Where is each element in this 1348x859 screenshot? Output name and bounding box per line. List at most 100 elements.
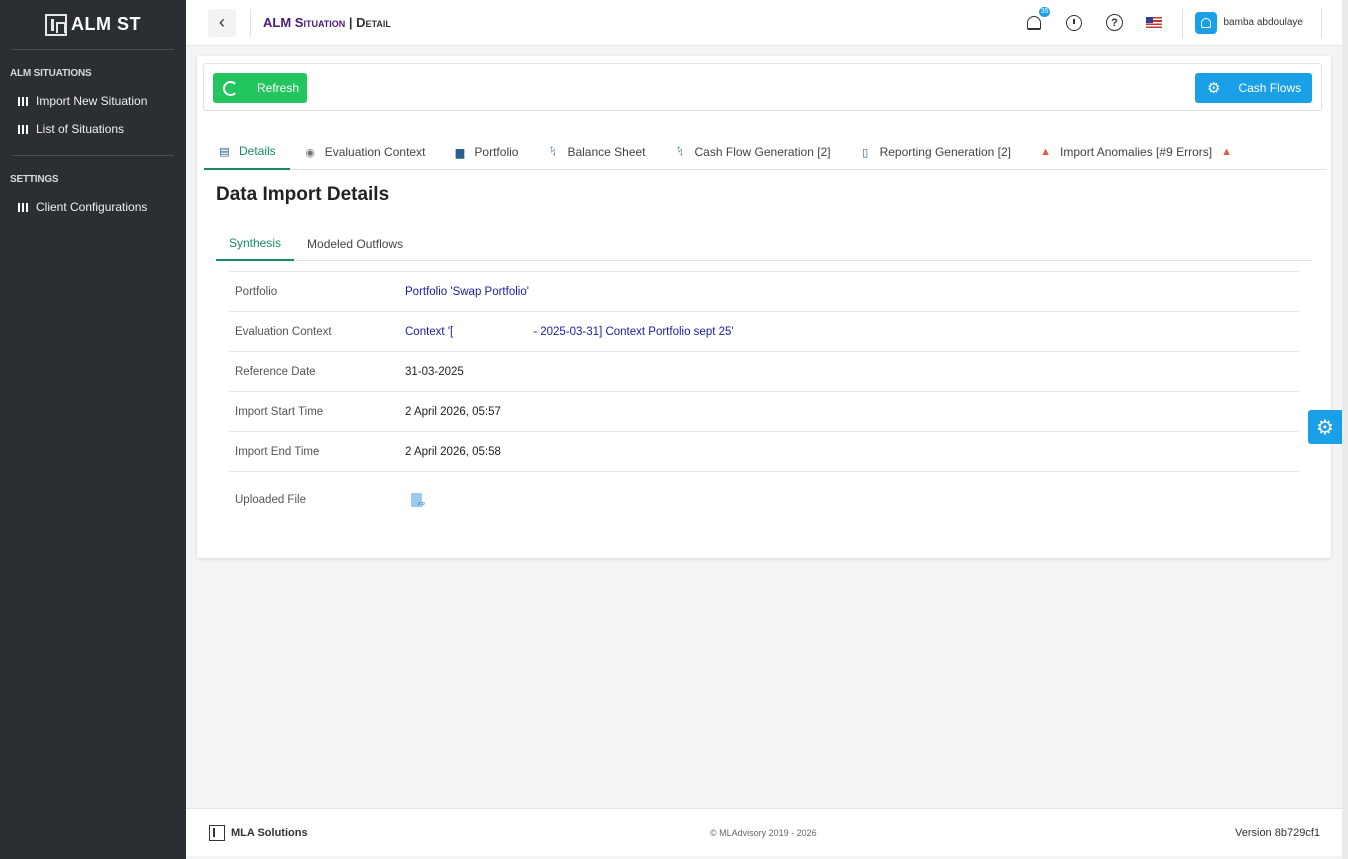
sidebar-item-label: Client Configurations: [36, 200, 148, 214]
grid-icon: [18, 202, 28, 212]
user-name: bamba abdoulaye: [1223, 17, 1303, 28]
sidebar-item-import-new-situation[interactable]: Import New Situation: [0, 87, 186, 115]
tab-cash-flow-generation[interactable]: ᛪ Cash Flow Generation [2]: [660, 134, 845, 170]
sidebar: ALM ST ALM SITUATIONS Import New Situati…: [0, 0, 186, 859]
tab-import-anomalies[interactable]: ▲ Import Anomalies [#9 Errors] ▲: [1025, 134, 1247, 170]
page-title: ALM Situation | Detail: [263, 15, 391, 30]
chart-icon: ᛪ: [549, 146, 557, 158]
tab-modeled-outflows[interactable]: Modeled Outflows: [294, 226, 416, 261]
main-tabs: ▤ Details ◉ Evaluation Context ▆ Portfol…: [204, 134, 1326, 170]
detail-row-reference-date: Reference Date 31-03-2025: [229, 351, 1299, 391]
user-icon: [1201, 17, 1212, 28]
cash-flows-label: Cash Flows: [1238, 81, 1302, 95]
tab-label: Import Anomalies [#9 Errors]: [1060, 145, 1213, 159]
sub-tabs: Synthesis Modeled Outflows: [216, 226, 1312, 261]
footer-brand: MLA Solutions: [209, 824, 308, 841]
grid-icon: [18, 96, 28, 106]
detail-label: Evaluation Context: [235, 325, 332, 338]
globe-icon: ◉: [305, 146, 315, 159]
language-button[interactable]: [1144, 13, 1164, 33]
gear-icon: ⚙: [1207, 79, 1221, 97]
brand-name: ALM ST: [71, 14, 141, 34]
logo-icon: [209, 824, 225, 841]
us-flag-icon: [1146, 17, 1163, 28]
chevron-left-icon: ‹: [219, 12, 225, 32]
evaluation-context-text-b: - 2025-03-31] Context Portfolio sept 25': [533, 325, 734, 338]
timer-button[interactable]: [1064, 13, 1084, 33]
notification-badge: 35: [1038, 6, 1051, 17]
tab-details[interactable]: ▤ Details: [204, 134, 290, 170]
copyright: © MLAdvisory 2019 - 2026: [710, 827, 817, 838]
import-start-value: 2 April 2026, 05:57: [405, 405, 501, 418]
detail-label: Reference Date: [235, 365, 316, 378]
detail-label: Import End Time: [235, 445, 320, 458]
chart-icon: ᛪ: [676, 146, 684, 158]
tab-label: Evaluation Context: [324, 145, 426, 159]
briefcase-icon: ▆: [455, 146, 465, 159]
tab-reporting-generation[interactable]: ▯ Reporting Generation [2]: [845, 134, 1025, 170]
detail-label: Import Start Time: [235, 405, 324, 418]
back-button[interactable]: ‹: [208, 8, 236, 37]
action-bar: Refresh ⚙ Cash Flows: [203, 63, 1322, 111]
page-title-word: Situation: [294, 15, 346, 30]
detail-row-uploaded-file: Uploaded File: [229, 471, 1299, 527]
page-title-separator: |: [345, 15, 357, 30]
user-menu[interactable]: bamba abdoulaye: [1182, 7, 1322, 38]
detail-label: Uploaded File: [235, 493, 306, 506]
detail-row-evaluation-context: Evaluation Context Context '[ - 2025-03-3…: [229, 311, 1299, 351]
sidebar-item-label: Import New Situation: [36, 94, 148, 108]
brand[interactable]: ALM ST: [12, 0, 174, 50]
tab-label: Reporting Generation [2]: [879, 145, 1012, 159]
divider: [250, 8, 251, 37]
tab-label: Portfolio: [474, 145, 519, 159]
import-end-value: 2 April 2026, 05:58: [405, 445, 501, 458]
cash-flows-button[interactable]: ⚙ Cash Flows: [1195, 73, 1312, 103]
settings-gear-button[interactable]: ⚙: [1308, 410, 1342, 444]
notifications-button[interactable]: 35: [1024, 6, 1051, 33]
bell-icon: [1027, 15, 1042, 30]
avatar: [1195, 11, 1218, 34]
footer: MLA Solutions © MLAdvisory 2019 - 2026 V…: [186, 808, 1342, 856]
stopwatch-icon: [1066, 14, 1083, 31]
portfolio-link[interactable]: Portfolio 'Swap Portfolio': [405, 286, 529, 298]
tab-evaluation-context[interactable]: ◉ Evaluation Context: [290, 134, 440, 170]
warning-icon: ▲: [1221, 146, 1233, 158]
reference-date-value: 31-03-2025: [405, 365, 464, 378]
gear-icon: ⚙: [1316, 416, 1334, 439]
footer-brand-name: MLA Solutions: [231, 826, 308, 839]
help-icon: ?: [1105, 14, 1123, 31]
sidebar-item-label: List of Situations: [36, 122, 125, 136]
zip-file-icon[interactable]: [411, 492, 425, 507]
topbar-actions: 35 ? bamba abdoulaye: [1014, 0, 1342, 45]
tab-label: Cash Flow Generation [2]: [694, 145, 831, 159]
sidebar-item-client-configurations[interactable]: Client Configurations: [0, 193, 186, 221]
tab-balance-sheet[interactable]: ᛪ Balance Sheet: [532, 134, 659, 170]
grid-icon: [18, 124, 28, 134]
window-edge: [1342, 0, 1348, 859]
evaluation-context-text-a: Context '[: [405, 325, 454, 338]
detail-label: Portfolio: [235, 285, 278, 298]
page-title-detail: Detail: [356, 15, 391, 30]
section-title: Data Import Details: [216, 184, 390, 205]
page-title-prefix: ALM: [263, 15, 292, 30]
sidebar-item-list-of-situations[interactable]: List of Situations: [0, 115, 186, 143]
help-button[interactable]: ?: [1104, 13, 1124, 33]
detail-row-portfolio: Portfolio Portfolio 'Swap Portfolio': [229, 271, 1299, 311]
topbar: ‹ ALM Situation | Detail 35 ? bamba abdo…: [186, 0, 1342, 46]
id-card-icon: ▤: [219, 145, 230, 158]
refresh-icon: [223, 80, 238, 96]
tab-portfolio[interactable]: ▆ Portfolio: [439, 134, 532, 170]
detail-row-import-end: Import End Time 2 April 2026, 05:58: [229, 431, 1299, 471]
detail-table: Portfolio Portfolio 'Swap Portfolio' Eva…: [229, 271, 1299, 527]
detail-card: Refresh ⚙ Cash Flows ▤ Details ◉ Evaluat…: [197, 56, 1331, 558]
evaluation-context-link[interactable]: Context '[ - 2025-03-31] Context Portfoli…: [405, 326, 734, 338]
detail-row-import-start: Import Start Time 2 April 2026, 05:57: [229, 391, 1299, 431]
sidebar-section-title: ALM SITUATIONS: [10, 68, 92, 79]
tab-label: Details: [239, 144, 276, 158]
tab-label: Balance Sheet: [567, 145, 646, 159]
tab-synthesis[interactable]: Synthesis: [216, 226, 295, 261]
file-icon: ▯: [862, 146, 869, 159]
refresh-button[interactable]: Refresh: [213, 73, 307, 103]
logo-icon: [45, 13, 67, 36]
warning-icon: ▲: [1040, 146, 1051, 158]
